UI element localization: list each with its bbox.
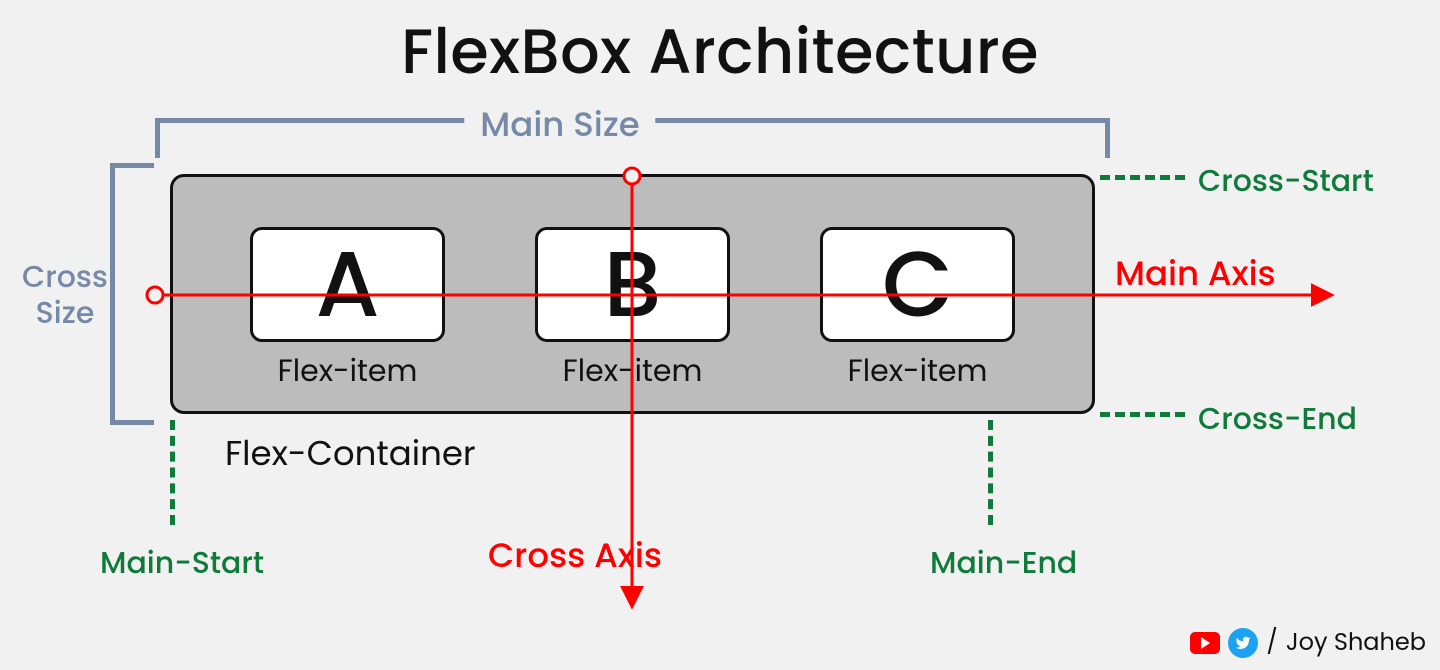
credit-prefix: / <box>1266 625 1277 660</box>
youtube-icon <box>1190 632 1220 654</box>
main-start-dash <box>170 420 175 525</box>
cross-size-bracket <box>110 163 154 425</box>
flex-item-col-b: B Flex-item <box>535 227 730 394</box>
flex-item-col-a: A Flex-item <box>250 227 445 394</box>
flex-item-b-label: Flex-item <box>563 348 703 394</box>
credit-block: / Joy Shaheb <box>1190 625 1426 660</box>
main-end-label: Main-End <box>930 540 1077 586</box>
flex-item-c: C <box>820 227 1015 342</box>
main-axis-label: Main Axis <box>1115 248 1276 299</box>
cross-start-label: Cross-Start <box>1198 158 1374 204</box>
flex-container: A Flex-item B Flex-item C Flex-item <box>170 174 1095 414</box>
cross-start-dash <box>1100 175 1185 180</box>
cross-end-dash <box>1100 412 1185 417</box>
flex-item-c-label: Flex-item <box>848 348 988 394</box>
cross-axis-label: Cross Axis <box>488 530 662 581</box>
flex-item-a-label: Flex-item <box>278 348 418 394</box>
flex-item-a: A <box>250 227 445 342</box>
main-end-dash <box>988 420 993 525</box>
main-size-label: Main Size <box>464 95 655 154</box>
flex-item-b: B <box>535 227 730 342</box>
twitter-icon <box>1228 628 1258 658</box>
main-start-label: Main-Start <box>100 540 264 586</box>
credit-name: Joy Shaheb <box>1286 625 1426 660</box>
diagram-stage: FlexBox Architecture Main Size Cross Siz… <box>0 0 1440 670</box>
flex-container-label: Flex-Container <box>225 428 476 479</box>
flex-item-col-c: C Flex-item <box>820 227 1015 394</box>
cross-size-label: Cross Size <box>20 253 110 337</box>
diagram-title: FlexBox Architecture <box>0 5 1440 98</box>
flex-items-row: A Flex-item B Flex-item C Flex-item <box>173 227 1092 394</box>
cross-end-label: Cross-End <box>1198 396 1357 442</box>
